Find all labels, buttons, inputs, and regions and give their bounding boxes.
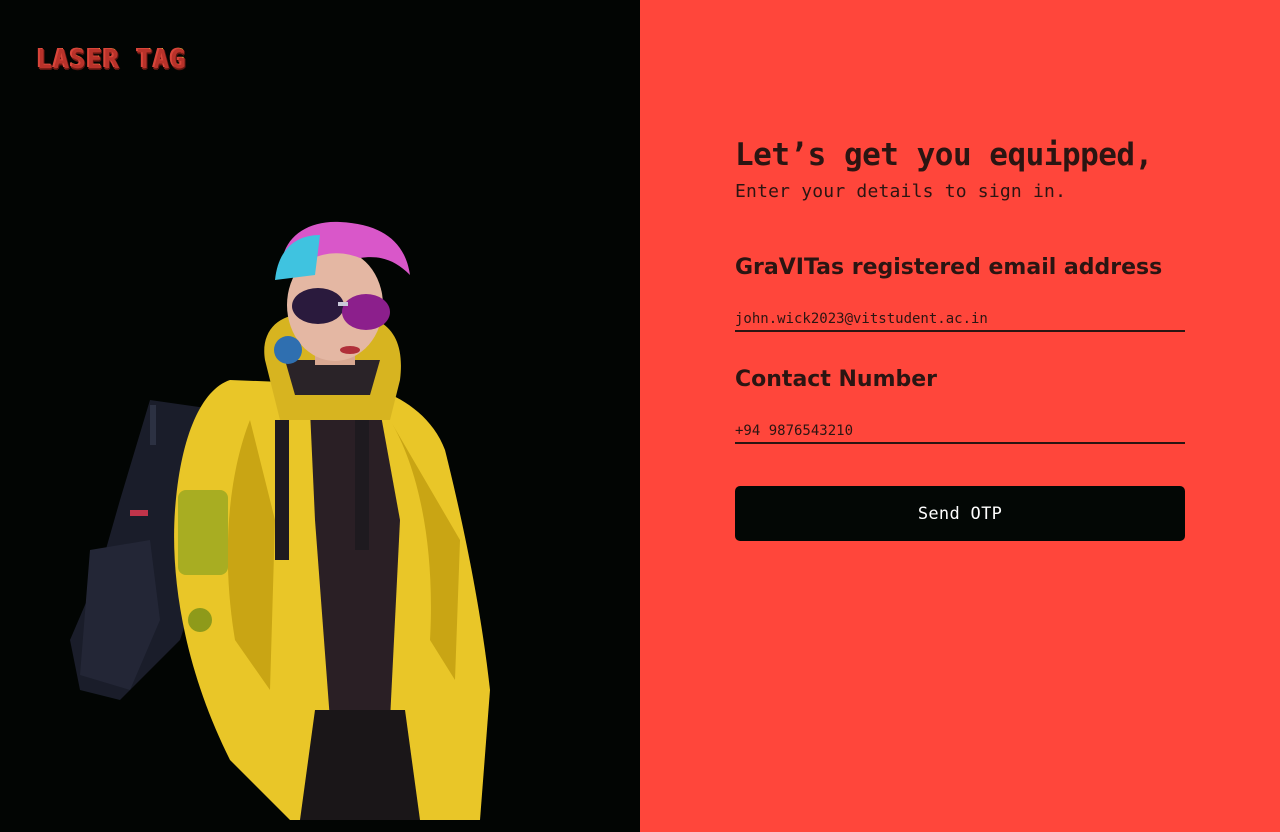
hero-character-illustration: [70, 221, 490, 820]
email-label: GraVITas registered email address: [735, 255, 1163, 280]
sign-in-form: Let’s get you equipped, Enter your detai…: [735, 136, 1185, 541]
contact-number-field[interactable]: [735, 422, 1185, 444]
send-otp-button[interactable]: Send OTP: [735, 486, 1185, 541]
contact-number-label: Contact Number: [735, 367, 938, 392]
page-subtitle: Enter your details to sign in.: [735, 181, 1067, 202]
logo: LASER TAG: [36, 44, 186, 74]
left-panel: LASER TAG: [0, 0, 640, 832]
right-panel: Let’s get you equipped, Enter your detai…: [640, 0, 1280, 832]
email-field[interactable]: [735, 310, 1185, 332]
page-title: Let’s get you equipped,: [735, 137, 1153, 173]
